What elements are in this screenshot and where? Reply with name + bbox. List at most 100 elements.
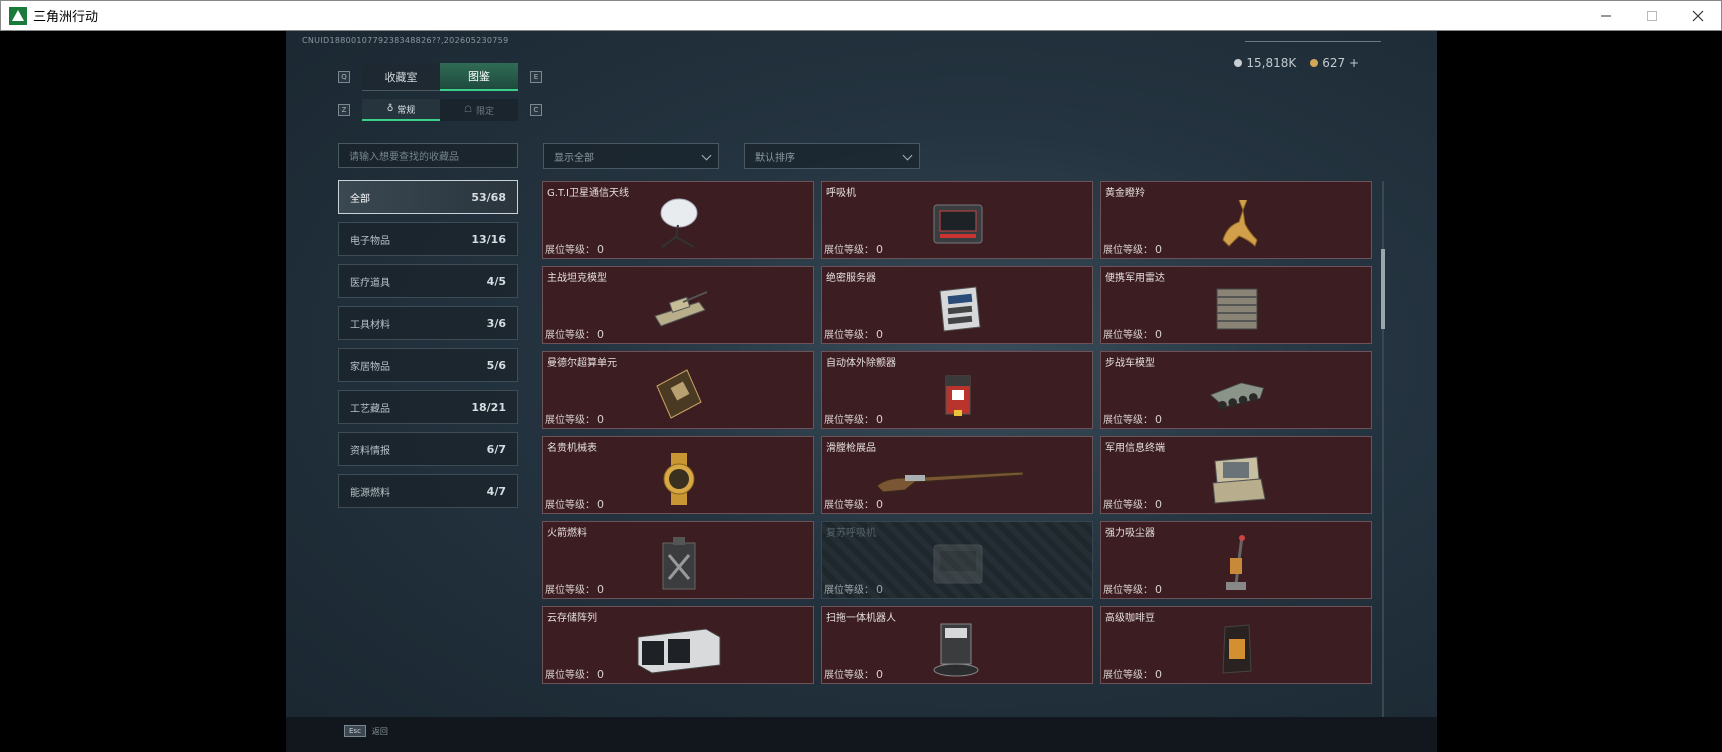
item-card[interactable]: 便携军用雷达 展位等级： 0 <box>1100 266 1372 344</box>
category-count: 5/6 <box>486 358 506 372</box>
item-card[interactable]: 步战车模型 展位等级： 0 <box>1100 351 1372 429</box>
category-all[interactable]: 全部 53/68 <box>338 180 518 214</box>
category-household[interactable]: 家居物品 5/6 <box>338 348 518 382</box>
category-count: 4/7 <box>486 484 506 498</box>
level-label: 展位等级： <box>1103 670 1153 681</box>
item-card[interactable]: 曼德尔超算单元 展位等级： 0 <box>542 351 814 429</box>
category-energy[interactable]: 能源燃料 4/7 <box>338 474 518 508</box>
item-card[interactable]: 高级咖啡豆 展位等级： 0 <box>1100 606 1372 684</box>
item-name: 名贵机械表 <box>547 443 597 454</box>
maximize-icon <box>1647 11 1657 21</box>
sub-tabs: ♁ 常规 ☖ 限定 <box>362 99 518 121</box>
level-value: 0 <box>597 583 604 596</box>
level-value: 0 <box>597 413 604 426</box>
item-card[interactable]: 滑膛枪展品 展位等级： 0 <box>821 436 1093 514</box>
level-value: 0 <box>597 668 604 681</box>
category-count: 18/21 <box>471 400 506 414</box>
category-intel[interactable]: 资料情报 6/7 <box>338 432 518 466</box>
back-button[interactable]: Esc 返回 <box>344 725 388 737</box>
category-crafts[interactable]: 工艺藏品 18/21 <box>338 390 518 424</box>
close-button[interactable] <box>1675 1 1721 31</box>
window-titlebar: 三角洲行动 <box>0 0 1722 31</box>
level-label: 展位等级： <box>1103 415 1153 426</box>
letterbox-right <box>1437 31 1722 752</box>
item-name: 黄金瞪羚 <box>1105 188 1145 199</box>
currency-bar: 15,818K 627 + <box>1234 56 1359 70</box>
category-label: 电子物品 <box>350 235 390 247</box>
maximize-button[interactable] <box>1629 1 1675 31</box>
level-label: 展位等级： <box>545 330 595 341</box>
item-card[interactable]: 名贵机械表 展位等级： 0 <box>542 436 814 514</box>
item-card[interactable]: G.T.I卫星通信天线 展位等级： 0 <box>542 181 814 259</box>
item-card[interactable]: 呼吸机 展位等级： 0 <box>821 181 1093 259</box>
item-card[interactable]: 火箭燃料 展位等级： 0 <box>542 521 814 599</box>
keyhint-q: Q <box>338 71 350 83</box>
level-label: 展位等级： <box>545 415 595 426</box>
item-name: 曼德尔超算单元 <box>547 358 617 369</box>
item-level: 展位等级： 0 <box>545 581 604 596</box>
robot-vacuum-icon <box>928 621 988 677</box>
item-level: 展位等级： 0 <box>824 581 883 596</box>
item-level: 展位等级： 0 <box>824 666 883 681</box>
minimize-button[interactable] <box>1583 1 1629 31</box>
keyhint-e: E <box>530 71 542 83</box>
storage-array-icon <box>631 621 727 677</box>
subtab-limited-label: 限定 <box>476 106 495 117</box>
level-value: 0 <box>1155 668 1162 681</box>
level-label: 展位等级： <box>1103 330 1153 341</box>
item-card[interactable]: 黄金瞪羚 展位等级： 0 <box>1100 181 1372 259</box>
currency-gold[interactable]: 627 + <box>1310 56 1359 70</box>
item-card[interactable]: 绝密服务器 展位等级： 0 <box>821 266 1093 344</box>
tab-codex[interactable]: 图鉴 <box>440 63 518 91</box>
item-name: G.T.I卫星通信天线 <box>547 188 629 199</box>
sort-dropdown[interactable]: 默认排序 <box>744 143 920 169</box>
coffee-beans-icon <box>1207 621 1267 677</box>
rocket-fuel-icon <box>649 536 709 592</box>
item-card[interactable]: 自动体外除颤器 展位等级： 0 <box>821 351 1093 429</box>
search-input[interactable]: 请输入想要查找的收藏品 <box>338 143 518 168</box>
item-name: 绝密服务器 <box>826 273 876 284</box>
level-value: 0 <box>876 583 883 596</box>
level-label: 展位等级： <box>545 245 595 256</box>
category-tools[interactable]: 工具材料 3/6 <box>338 306 518 340</box>
silver-amount: 15,818K <box>1246 56 1297 70</box>
item-card[interactable]: 军用信息终端 展位等级： 0 <box>1100 436 1372 514</box>
category-electronics[interactable]: 电子物品 13/16 <box>338 222 518 256</box>
item-grid-viewport: G.T.I卫星通信天线 展位等级： 0 呼吸机 展位等级： 0 黄金瞪羚 展位等级： 0 主战坦克… <box>542 181 1372 721</box>
category-count: 4/5 <box>486 274 506 288</box>
golden-gazelle-icon <box>1207 196 1267 252</box>
level-value: 0 <box>1155 498 1162 511</box>
item-card[interactable]: 强力吸尘器 展位等级： 0 <box>1100 521 1372 599</box>
show-filter-dropdown[interactable]: 显示全部 <box>543 143 719 169</box>
item-card[interactable]: 复苏呼吸机 展位等级： 0 <box>821 521 1093 599</box>
subtab-limited[interactable]: ☖ 限定 <box>440 99 518 121</box>
window-title: 三角洲行动 <box>33 10 99 25</box>
tab-collection-room[interactable]: 收藏室 <box>362 63 440 91</box>
back-label: 返回 <box>371 726 388 736</box>
gold-amount: 627 + <box>1322 56 1359 70</box>
item-level: 展位等级： 0 <box>824 411 883 426</box>
limited-icon: ☖ <box>463 105 473 115</box>
resuscitator-icon <box>928 536 988 592</box>
category-label: 能源燃料 <box>350 487 390 499</box>
subtab-regular[interactable]: ♁ 常规 <box>362 99 440 121</box>
category-label: 工艺藏品 <box>350 403 390 415</box>
subtab-regular-label: 常规 <box>397 105 416 116</box>
level-value: 0 <box>597 243 604 256</box>
gold-coin-icon <box>1310 59 1319 67</box>
level-label: 展位等级： <box>824 330 874 341</box>
level-value: 0 <box>597 328 604 341</box>
item-card[interactable]: 主战坦克模型 展位等级： 0 <box>542 266 814 344</box>
category-count: 6/7 <box>486 442 506 456</box>
level-value: 0 <box>1155 413 1162 426</box>
item-card[interactable]: 云存储阵列 展位等级： 0 <box>542 606 814 684</box>
category-label: 工具材料 <box>350 319 390 331</box>
item-card[interactable]: 扫拖一体机器人 展位等级： 0 <box>821 606 1093 684</box>
level-value: 0 <box>876 498 883 511</box>
level-label: 展位等级： <box>824 415 874 426</box>
level-value: 0 <box>1155 583 1162 596</box>
ventilator-icon <box>928 196 988 252</box>
supercomputer-unit-icon <box>649 366 709 422</box>
category-medical[interactable]: 医疗道具 4/5 <box>338 264 518 298</box>
grid-scrollbar-thumb[interactable] <box>1381 249 1385 329</box>
